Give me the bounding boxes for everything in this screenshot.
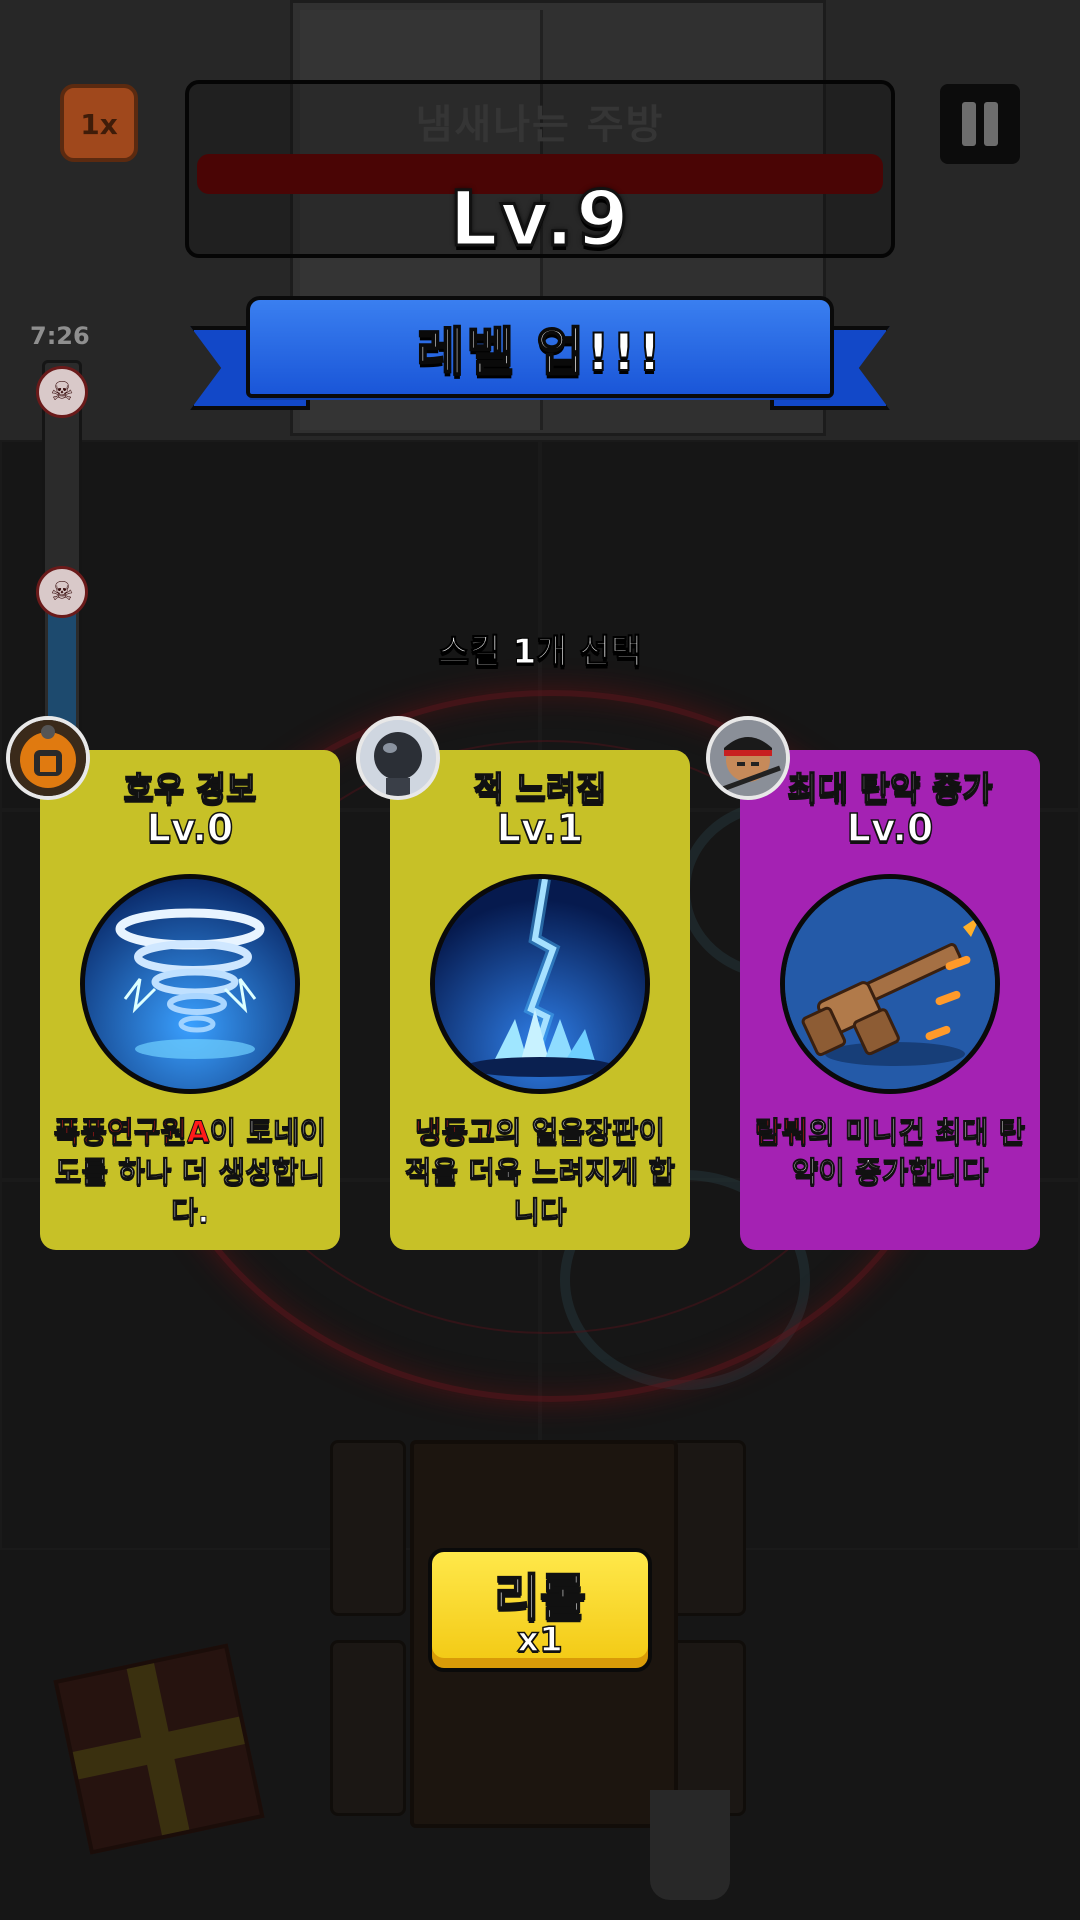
level-up-banner: 레벨 업!!! bbox=[190, 296, 890, 426]
boss-skull-icon: ☠ bbox=[36, 366, 88, 418]
timer-text: 7:26 bbox=[30, 322, 90, 350]
freezer-robot-avatar bbox=[356, 716, 440, 800]
speed-button[interactable]: 1x bbox=[60, 84, 138, 162]
reroll-count: x1 bbox=[516, 1619, 563, 1661]
card-description: 람붜의 미니건 최대 탄약이 증가합니다 bbox=[750, 1112, 1030, 1192]
pause-icon bbox=[962, 102, 976, 146]
card-highlight: 폭풍연구원A bbox=[53, 1115, 210, 1150]
card-level: Lv.0 bbox=[846, 805, 934, 851]
level-up-text: 레벨 업!!! bbox=[416, 322, 664, 384]
ice-lightning-icon bbox=[430, 874, 650, 1094]
skill-card-storm-warning[interactable]: 호우 경보 Lv.0 폭풍연구원A이 토네이도를 하나 더 생성합니다. bbox=[40, 750, 340, 1250]
reroll-button[interactable]: 리롤 x1 bbox=[428, 1548, 652, 1672]
card-level: Lv.0 bbox=[146, 805, 234, 851]
pause-button[interactable] bbox=[940, 84, 1020, 164]
pause-icon bbox=[984, 102, 998, 146]
skill-select-prompt: 스킬 1개 선택 bbox=[438, 632, 643, 673]
card-description: 폭풍연구원A이 토네이도를 하나 더 생성합니다. bbox=[50, 1112, 330, 1232]
hazmat-researcher-avatar bbox=[6, 716, 90, 800]
rambo-soldier-avatar bbox=[706, 716, 790, 800]
skill-card-max-ammo[interactable]: 최대 탄약 증가 Lv.0 람붜의 미니건 최대 탄약이 증가합니다 bbox=[740, 750, 1040, 1250]
stage-panel: 냄새나는 주방 Lv.9 bbox=[185, 80, 895, 265]
level-text: Lv.9 bbox=[448, 173, 631, 265]
card-highlight: 람붜 bbox=[754, 1115, 809, 1150]
minigun-icon bbox=[780, 874, 1000, 1094]
card-level: Lv.1 bbox=[496, 805, 584, 851]
card-highlight: 냉동고 bbox=[414, 1115, 495, 1150]
card-description: 냉동고의 얼음장판이 적을 더욱 느려지게 합니다 bbox=[400, 1112, 680, 1232]
skull-icon: ☠ bbox=[36, 566, 88, 618]
tornado-icon bbox=[80, 874, 300, 1094]
skill-card-enemy-slow[interactable]: 적 느려짐 Lv.1 냉동고의 얼음장판이 적을 더욱 느려지게 합니다 bbox=[390, 750, 690, 1250]
stage-name: 냄새나는 주방 bbox=[415, 102, 665, 148]
wave-progress-bar bbox=[42, 360, 82, 756]
ribbon-band: 레벨 업!!! bbox=[246, 296, 834, 398]
card-desc-text: 의 미니건 최대 탄약이 증가합니다 bbox=[791, 1115, 1026, 1190]
